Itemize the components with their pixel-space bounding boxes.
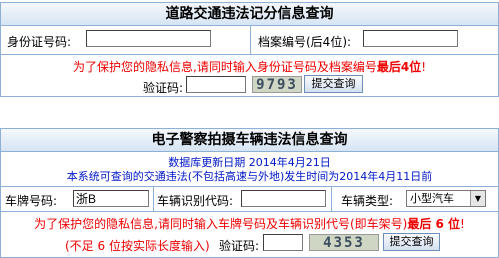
vehicle-type-selected: 小型汽车 [410,192,454,205]
plate-number-input[interactable] [73,190,149,207]
notice-text: 为了保护您的隐私信息,请同时输入车牌号码及车辆识别代号(即车架号) [34,217,408,231]
length-note: (不足 6 位按实际长度输入) [65,239,210,253]
divider [331,187,332,211]
notice-end: ! [421,60,426,74]
privacy-notice: 为了保护您的隐私信息,请同时输入身份证号码及档案编号最后4位! [1,58,498,75]
notice-emphasis: 最后 6 位 [407,217,461,231]
chevron-down-icon[interactable]: ▼ [470,191,485,206]
vin-label: 车辆识别代码: [157,194,234,208]
panel-title: 电子警察拍摄车辆违法信息查询 [1,129,498,152]
captcha-label: 验证码: [219,239,260,253]
captcha-image[interactable]: 4353 [309,234,379,251]
captcha-label: 验证码: [143,81,184,95]
file-number-label: 档案编号(后4位): [258,35,352,49]
submit-button[interactable]: 提交查询 [383,233,440,251]
vehicle-row: 车牌号码: 车辆识别代码: 车辆类型: 小型汽车 ▼ [1,186,498,212]
vehicle-type-label: 车辆类型: [341,194,394,208]
notice-text: 为了保护您的隐私信息,请同时输入身份证号码及档案编号 [73,60,377,74]
plate-number-label: 车牌号码: [5,194,58,208]
captcha-image[interactable]: 9793 [252,76,302,93]
vin-input[interactable] [241,190,326,207]
query-range-note: 本系统可查询的交通违法(不包括高速与外地)发生时间为2014年4月11日前 [66,170,433,183]
submit-button[interactable]: 提交查询 [304,75,363,93]
captcha-input[interactable] [186,76,246,93]
panel-title: 道路交通违法记分信息查询 [1,3,498,26]
notice-end: ! [460,217,465,231]
id-row: 身份证号码: 档案编号(后4位): [1,26,498,55]
captcha-input[interactable] [263,234,303,251]
camera-violation-query-panel: 电子警察拍摄车辆违法信息查询 数据库更新日期 2014年4月21日 本系统可查询… [0,128,499,258]
vehicle-type-select[interactable]: 小型汽车 ▼ [406,190,486,207]
divider [250,26,251,54]
id-number-label: 身份证号码: [7,35,72,49]
notice-emphasis: 最后4位 [376,60,422,74]
file-number-input[interactable] [363,30,458,47]
id-number-input[interactable] [86,30,211,47]
violation-points-query-panel: 道路交通违法记分信息查询 身份证号码: 档案编号(后4位): 为了保护您的隐私信… [0,2,499,97]
privacy-notice: 为了保护您的隐私信息,请同时输入车牌号码及车辆识别代号(即车架号)最后 6 位! [1,215,498,232]
divider [153,187,154,211]
